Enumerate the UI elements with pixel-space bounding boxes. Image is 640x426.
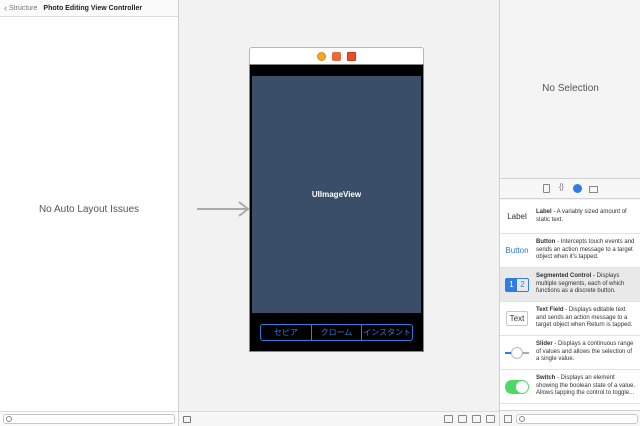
- object-library-icon[interactable]: [573, 184, 582, 193]
- exit-icon[interactable]: [347, 51, 356, 61]
- outline-header: ‹ Structure Photo Editing View Controlle…: [0, 0, 178, 17]
- library-item-switch[interactable]: Switch - Displays an element showing the…: [500, 370, 640, 404]
- slider-knob-icon: [511, 346, 523, 359]
- segment-instant[interactable]: インスタント: [362, 325, 412, 340]
- utilities-pane: No Selection {} Label Label - A variably…: [499, 0, 640, 426]
- button-thumbnail: Button: [504, 241, 530, 261]
- image-view-label: UIImageView: [311, 190, 362, 199]
- library-tab-bar: {}: [500, 178, 640, 199]
- slider-thumbnail: [504, 343, 530, 363]
- segment-sepia[interactable]: セピア: [261, 325, 312, 340]
- library-item-segmented-control[interactable]: 12 Segmented Control - Displays multiple…: [500, 268, 640, 302]
- back-to-structure-link[interactable]: Structure: [9, 5, 37, 12]
- filter-segmented-control[interactable]: セピア クローム インスタント: [260, 324, 413, 341]
- pin-icon[interactable]: [472, 415, 481, 423]
- item-name: Text Field: [536, 307, 564, 314]
- label-thumbnail: Label: [504, 207, 530, 227]
- outline-title: Photo Editing View Controller: [43, 4, 143, 12]
- status-bar: [250, 65, 423, 75]
- segment-thumb-2: 2: [520, 280, 525, 289]
- library-filter-bar: [500, 410, 640, 426]
- library-item-label[interactable]: Label Label - A variably sized amount of…: [500, 200, 640, 234]
- document-outline-pane: ‹ Structure Photo Editing View Controlle…: [0, 0, 179, 426]
- inspector-area: No Selection: [500, 0, 640, 178]
- outline-filter-bar: [0, 411, 178, 426]
- layout-tools: [444, 415, 495, 423]
- item-name: Button: [536, 239, 556, 246]
- object-library-list: Label Label - A variably sized amount of…: [500, 200, 640, 410]
- filter-icon: [6, 416, 12, 422]
- resolve-issues-icon[interactable]: [486, 415, 495, 423]
- item-name: Switch: [536, 375, 556, 382]
- scene-dock: [249, 47, 424, 64]
- segment-chrome[interactable]: クローム: [312, 325, 363, 340]
- embed-in-stack-icon[interactable]: [444, 415, 453, 423]
- view-controller-icon[interactable]: [317, 51, 326, 61]
- switch-thumbnail: [504, 377, 530, 397]
- switch-knob-icon: [516, 380, 528, 393]
- text-field-thumb-text: Text: [505, 311, 529, 326]
- canvas-bottom-bar: [179, 411, 499, 426]
- back-chevron-icon[interactable]: ‹: [4, 3, 7, 13]
- media-library-icon[interactable]: [589, 185, 598, 193]
- library-item-slider[interactable]: Slider - Displays a continuous range of …: [500, 336, 640, 370]
- image-view[interactable]: UIImageView: [252, 76, 421, 313]
- auto-layout-issues-message: No Auto Layout Issues: [38, 204, 140, 215]
- label-thumb-text: Label: [507, 212, 527, 221]
- first-responder-icon[interactable]: [332, 51, 341, 61]
- segmented-control-thumbnail: 12: [504, 275, 530, 295]
- view-controller-scene[interactable]: UIImageView セピア クローム インスタント: [249, 47, 424, 352]
- file-template-icon[interactable]: [543, 184, 550, 193]
- align-icon[interactable]: [458, 415, 467, 423]
- xcode-window: ‹ Structure Photo Editing View Controlle…: [0, 0, 640, 426]
- toggle-outline-icon[interactable]: [183, 416, 191, 423]
- text-field-thumbnail: Text: [504, 309, 530, 329]
- item-name: Slider: [536, 341, 553, 348]
- segment-thumb-1: 1: [506, 278, 517, 291]
- root-view[interactable]: UIImageView セピア クローム インスタント: [249, 64, 424, 352]
- library-item-text-field[interactable]: Text Text Field - Displays editable text…: [500, 302, 640, 336]
- library-filter-field[interactable]: [516, 414, 638, 424]
- library-item-button[interactable]: Button Button - Intercepts touch events …: [500, 234, 640, 268]
- storyboard-canvas[interactable]: UIImageView セピア クローム インスタント: [179, 0, 499, 426]
- button-thumb-text: Button: [505, 246, 529, 255]
- code-snippet-icon[interactable]: {}: [557, 184, 566, 193]
- initial-view-controller-arrow[interactable]: [197, 199, 252, 219]
- outline-filter-field[interactable]: [3, 414, 175, 424]
- filter-icon: [519, 416, 525, 422]
- item-name: Segmented Control: [536, 273, 592, 280]
- grid-view-icon[interactable]: [504, 415, 512, 423]
- item-name: Label: [536, 209, 552, 215]
- no-selection-message: No Selection: [542, 83, 599, 94]
